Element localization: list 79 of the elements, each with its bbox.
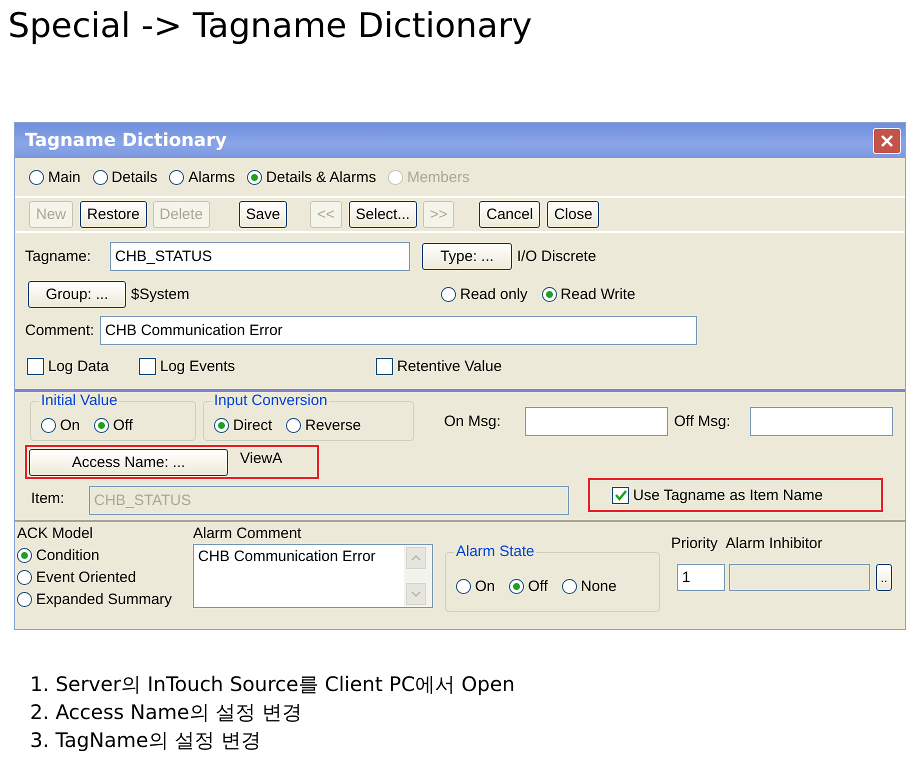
- radio-button[interactable]: [562, 578, 577, 594]
- group-button[interactable]: Group: ...: [28, 280, 126, 308]
- toolbar-button[interactable]: Restore: [80, 201, 147, 228]
- radio-button[interactable]: [247, 170, 262, 184]
- field-label: Tagname:: [25, 248, 92, 264]
- initial-value-option: Off: [113, 416, 133, 434]
- type-button[interactable]: Type: ...: [422, 242, 512, 270]
- view-option: Details: [112, 168, 158, 186]
- radio-button[interactable]: [286, 418, 302, 432]
- radio-button[interactable]: [17, 570, 32, 585]
- group-title: Input Conversion: [212, 392, 330, 409]
- access-name-button[interactable]: Access Name: ...: [29, 448, 228, 476]
- slide-title: Special -> Tagname Dictionary: [8, 6, 532, 46]
- alarm-state-option: None: [580, 578, 617, 594]
- radio-button[interactable]: [441, 286, 456, 302]
- option-label: Log Data: [48, 358, 109, 374]
- input-conversion-option: Direct: [233, 416, 272, 434]
- priority-field[interactable]: 1: [677, 564, 725, 591]
- option-label: Retentive Value: [397, 358, 502, 374]
- ack-model-option: Event Oriented: [36, 569, 136, 586]
- alarm-state-option: Off: [528, 578, 548, 594]
- radio-button[interactable]: [17, 592, 32, 607]
- option-label: Log Events: [160, 358, 236, 374]
- view-option: Main: [48, 168, 81, 186]
- view-option: Alarms: [188, 168, 236, 186]
- access-mode-option: Read Write: [560, 286, 636, 302]
- checkbox[interactable]: [612, 486, 629, 504]
- alarm-comment-field[interactable]: CHB Communication Error: [193, 544, 433, 608]
- toolbar-button[interactable]: Save: [238, 201, 288, 228]
- window-title: Tagname Dictionary: [25, 130, 227, 151]
- ack-model-option: Condition: [36, 547, 100, 564]
- checkbox[interactable]: [139, 358, 156, 374]
- note-line: 2. Access Name의 설정 변경: [30, 699, 303, 726]
- type-value: I/O Discrete: [517, 248, 596, 264]
- radio-button[interactable]: [509, 578, 524, 594]
- alarm-inhibitor-field[interactable]: [729, 564, 870, 591]
- radio-button[interactable]: [17, 548, 32, 563]
- off-msg-field[interactable]: [750, 406, 893, 436]
- radio-button[interactable]: [92, 170, 108, 184]
- field-label: Priority: [671, 535, 718, 552]
- comment-field[interactable]: CHB Communication Error: [100, 316, 697, 344]
- input-conversion-option: Reverse: [305, 416, 362, 434]
- toolbar-button[interactable]: Select...: [348, 201, 417, 228]
- toolbar-button[interactable]: Close: [547, 201, 600, 228]
- radio-button[interactable]: [169, 170, 184, 184]
- close-icon: [880, 134, 894, 148]
- field-label: Alarm Inhibitor: [726, 535, 822, 552]
- field-label: Comment:: [25, 322, 96, 338]
- note-line: 1. Server의 InTouch Source를 Client PC에서 Open: [30, 671, 515, 698]
- checkbox[interactable]: [376, 358, 393, 374]
- radio-button[interactable]: [542, 286, 557, 302]
- note-line: 3. TagName의 설정 변경: [30, 727, 262, 754]
- radio-button[interactable]: [214, 418, 229, 432]
- radio-button[interactable]: [94, 418, 110, 432]
- alarm-comment-text: CHB Communication Error: [197, 547, 377, 567]
- view-option: Members: [407, 168, 470, 186]
- initial-value-option: On: [60, 416, 80, 434]
- ack-model-option: Expanded Summary: [36, 591, 172, 608]
- access-name-value: ViewA: [240, 450, 282, 466]
- browse-button[interactable]: ..: [876, 564, 892, 591]
- close-button[interactable]: [873, 128, 901, 154]
- on-msg-field[interactable]: [525, 406, 668, 436]
- checkbox[interactable]: [27, 358, 44, 374]
- use-tagname-label: Use Tagname as Item Name: [633, 486, 823, 504]
- field-label: Item:: [31, 490, 66, 506]
- alarm-state-option: On: [475, 578, 496, 594]
- group-value: $System: [131, 286, 190, 302]
- field-label: Off Msg:: [674, 412, 732, 430]
- field-label: On Msg:: [444, 412, 502, 430]
- field-label: Alarm Comment: [193, 525, 302, 542]
- radio-button[interactable]: [41, 418, 56, 432]
- scrollbar[interactable]: [404, 545, 432, 607]
- toolbar-button[interactable]: Cancel: [479, 201, 540, 228]
- radio-button[interactable]: [29, 170, 44, 184]
- radio-button[interactable]: [456, 578, 471, 594]
- access-mode-option: Read only: [460, 286, 528, 302]
- view-option: Details & Alarms: [266, 168, 376, 186]
- tagname-field[interactable]: CHB_STATUS: [110, 242, 410, 270]
- ack-model-title: ACK Model: [17, 525, 94, 542]
